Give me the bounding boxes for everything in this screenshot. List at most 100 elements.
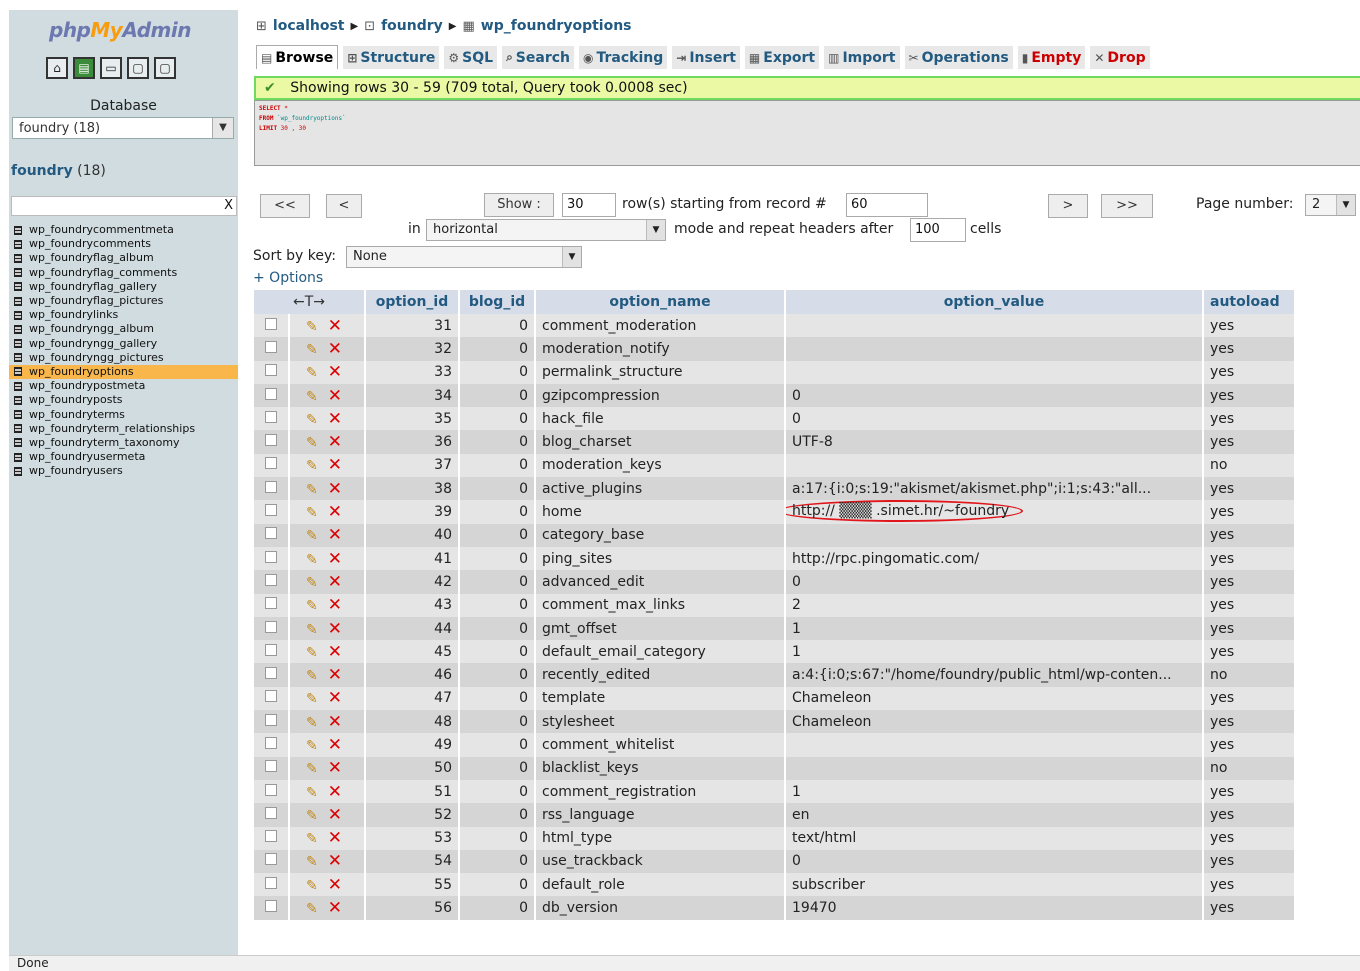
cell-option-value[interactable]: 0 — [785, 383, 1204, 408]
cell-option-value[interactable]: 0 — [785, 570, 1204, 594]
sidebar-table-item[interactable]: wp_foundryusermeta — [14, 450, 238, 464]
sidebar-table-label[interactable]: wp_foundryflag_comments — [29, 266, 177, 280]
table-icon[interactable] — [14, 353, 22, 363]
sidebar-table-label[interactable]: wp_foundryoptions — [29, 365, 134, 379]
delete-icon[interactable]: ✕ — [328, 782, 342, 802]
first-page-button[interactable]: << — [260, 194, 310, 218]
header-blog-id[interactable]: blog_id — [459, 290, 536, 314]
cell-autoload[interactable]: no — [1203, 453, 1296, 478]
table-icon[interactable] — [14, 239, 22, 249]
edit-pencil-icon[interactable]: ✎ — [306, 552, 318, 568]
cell-option-id[interactable]: 41 — [365, 546, 460, 571]
sidebar-table-item[interactable]: wp_foundrycommentmeta — [14, 223, 238, 237]
row-checkbox[interactable] — [265, 573, 277, 586]
sidebar-table-label[interactable]: wp_foundryterm_relationships — [29, 422, 195, 436]
sidebar-table-label[interactable]: wp_foundryflag_pictures — [29, 294, 163, 308]
cell-option-id[interactable]: 47 — [365, 686, 460, 711]
cell-option-id[interactable]: 40 — [365, 523, 460, 547]
cell-blog-id[interactable]: 0 — [459, 873, 536, 897]
column-arrows-icon[interactable]: ←T→ — [254, 290, 366, 314]
delete-icon[interactable]: ✕ — [328, 642, 342, 662]
cell-blog-id[interactable]: 0 — [459, 640, 536, 664]
cell-blog-id[interactable]: 0 — [459, 360, 536, 384]
edit-pencil-icon[interactable]: ✎ — [306, 458, 318, 474]
delete-icon[interactable]: ✕ — [328, 619, 342, 639]
row-checkbox[interactable] — [265, 364, 277, 377]
sidebar-table-item[interactable]: wp_foundrylinks — [14, 308, 238, 322]
tab-empty[interactable]: ▮ Empty — [1017, 45, 1086, 69]
cell-option-name[interactable]: recently_edited — [535, 663, 786, 687]
cell-option-name[interactable]: default_role — [535, 873, 786, 897]
cell-blog-id[interactable]: 0 — [459, 849, 536, 874]
cell-option-value[interactable] — [785, 314, 1204, 338]
cell-option-name[interactable]: default_email_category — [535, 640, 786, 664]
cell-blog-id[interactable]: 0 — [459, 803, 536, 827]
cell-option-value[interactable] — [785, 733, 1204, 757]
sidebar-table-label[interactable]: wp_foundryflag_album — [29, 251, 154, 265]
header-autoload[interactable]: autoload — [1203, 290, 1296, 314]
cell-option-name[interactable]: ping_sites — [535, 546, 786, 571]
cell-option-id[interactable]: 46 — [365, 663, 460, 687]
edit-pencil-icon[interactable]: ✎ — [306, 482, 318, 498]
cell-option-id[interactable]: 51 — [365, 779, 460, 804]
sidebar-table-item[interactable]: wp_foundryusers — [14, 464, 238, 478]
cell-blog-id[interactable]: 0 — [459, 337, 536, 361]
delete-icon[interactable]: ✕ — [328, 479, 342, 499]
delete-icon[interactable]: ✕ — [328, 851, 342, 871]
edit-pencil-icon[interactable]: ✎ — [306, 761, 318, 777]
edit-pencil-icon[interactable]: ✎ — [306, 389, 318, 405]
cell-autoload[interactable]: yes — [1203, 849, 1296, 874]
tab-insert[interactable]: ⇥ Insert — [672, 45, 740, 69]
table-icon[interactable] — [14, 253, 22, 263]
row-checkbox[interactable] — [265, 643, 277, 656]
table-icon[interactable] — [14, 438, 22, 448]
cell-blog-id[interactable]: 0 — [459, 710, 536, 734]
row-checkbox[interactable] — [265, 690, 277, 703]
cell-option-value[interactable] — [785, 360, 1204, 384]
table-icon[interactable] — [14, 381, 22, 391]
edit-pencil-icon[interactable]: ✎ — [306, 342, 318, 358]
delete-icon[interactable]: ✕ — [328, 898, 342, 918]
cell-option-id[interactable]: 38 — [365, 477, 460, 501]
row-checkbox[interactable] — [265, 900, 277, 913]
row-checkbox[interactable] — [265, 340, 277, 353]
delete-icon[interactable]: ✕ — [328, 339, 342, 359]
cell-autoload[interactable]: yes — [1203, 640, 1296, 664]
edit-pencil-icon[interactable]: ✎ — [306, 435, 318, 451]
row-checkbox[interactable] — [265, 806, 277, 819]
sidebar-table-label[interactable]: wp_foundryterm_taxonomy — [29, 436, 180, 450]
table-icon[interactable] — [14, 339, 22, 349]
cell-option-name[interactable]: comment_max_links — [535, 593, 786, 617]
previous-page-button[interactable]: < — [326, 194, 362, 218]
cell-option-id[interactable]: 42 — [365, 570, 460, 594]
cell-autoload[interactable]: yes — [1203, 337, 1296, 361]
cell-option-value[interactable]: a:4:{i:0;s:67:"/home/foundry/public_html… — [785, 663, 1204, 687]
sidebar-table-item[interactable]: wp_foundrycomments — [14, 237, 238, 251]
cell-option-value[interactable]: 1 — [785, 616, 1204, 641]
last-page-button[interactable]: >> — [1101, 194, 1153, 218]
sort-key-select[interactable]: None ▼ — [346, 246, 582, 268]
cell-autoload[interactable]: yes — [1203, 360, 1296, 384]
sidebar-table-label[interactable]: wp_foundryngg_album — [29, 322, 154, 336]
cell-option-id[interactable]: 39 — [365, 500, 460, 524]
cell-option-id[interactable]: 56 — [365, 896, 460, 920]
edit-pencil-icon[interactable]: ✎ — [306, 319, 318, 335]
cell-autoload[interactable]: yes — [1203, 570, 1296, 594]
table-icon[interactable] — [14, 282, 22, 292]
cell-autoload[interactable]: yes — [1203, 477, 1296, 501]
cell-option-id[interactable]: 31 — [365, 314, 460, 338]
row-checkbox[interactable] — [265, 527, 277, 540]
edit-pencil-icon[interactable]: ✎ — [306, 598, 318, 614]
cell-blog-id[interactable]: 0 — [459, 430, 536, 454]
delete-icon[interactable]: ✕ — [328, 549, 342, 569]
row-checkbox[interactable] — [265, 783, 277, 796]
sidebar-table-label[interactable]: wp_foundrylinks — [29, 308, 118, 322]
cell-blog-id[interactable]: 0 — [459, 593, 536, 617]
cell-option-name[interactable]: gmt_offset — [535, 616, 786, 641]
header-option-id[interactable]: option_id — [365, 290, 460, 314]
sidebar-table-item[interactable]: wp_foundryterm_relationships — [14, 422, 238, 436]
cell-option-value[interactable] — [785, 756, 1204, 780]
cell-autoload[interactable]: yes — [1203, 873, 1296, 897]
header-option-name[interactable]: option_name — [535, 290, 786, 314]
cell-autoload[interactable]: no — [1203, 663, 1296, 687]
